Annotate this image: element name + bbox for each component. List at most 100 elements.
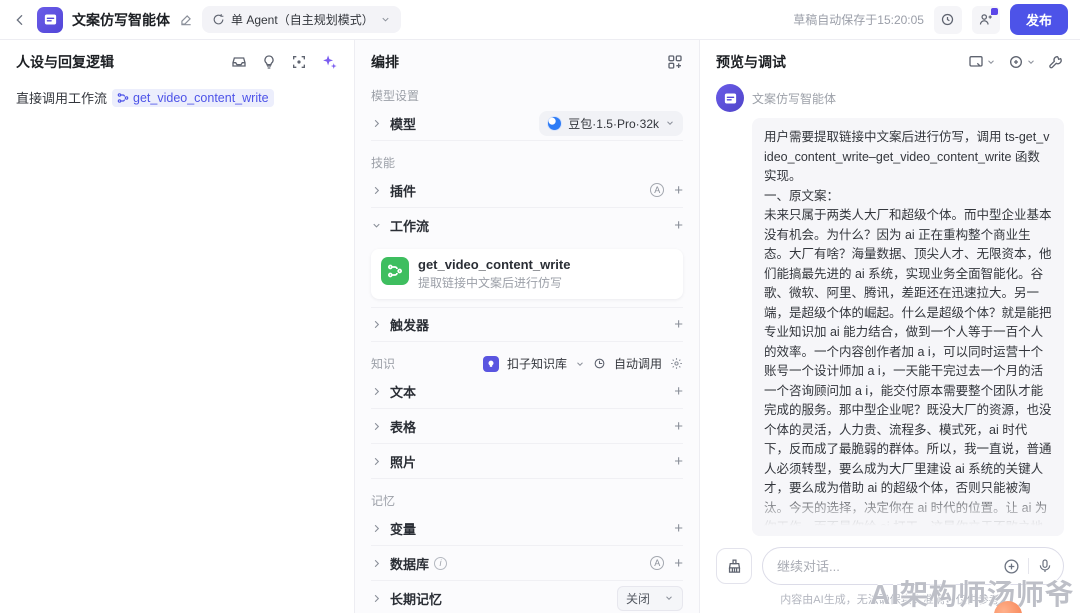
window-icon	[968, 54, 984, 70]
coze-knowledge-icon	[483, 356, 499, 372]
knowledge-section-label: 知识	[371, 355, 483, 372]
preview-panel: 预览与调试 文案仿写智能体	[700, 40, 1080, 613]
chevron-right-icon	[371, 523, 382, 534]
notification-badge	[991, 8, 998, 15]
workflow-card[interactable]: get_video_content_write 提取链接中文案后进行仿写	[371, 249, 683, 299]
chevron-right-icon	[371, 593, 382, 604]
chevron-right-icon	[371, 185, 382, 196]
gear-icon	[670, 357, 683, 370]
database-row-label: 数据库	[390, 554, 429, 573]
doubao-logo-icon	[547, 116, 562, 131]
variable-row-label: 变量	[390, 519, 674, 538]
add-photo-button[interactable]: +	[674, 454, 683, 469]
agent-message-bubble[interactable]: 用户需要提取链接中文案后进行仿写，调用 ts-get_video_content…	[752, 118, 1064, 536]
ai-disclaimer: 内容由AI生成，无法确保真实准确，仅供参考	[700, 589, 1080, 613]
model-row[interactable]: 模型 豆包·1.5·Pro·32k	[371, 106, 683, 141]
mic-icon[interactable]	[1037, 558, 1053, 574]
database-row[interactable]: 数据库 i A +	[371, 546, 683, 581]
add-trigger-button[interactable]: +	[674, 317, 683, 332]
collaborators-icon[interactable]	[972, 6, 1000, 34]
add-plugin-button[interactable]: +	[674, 183, 683, 198]
skills-section-label: 技能	[371, 154, 683, 171]
chat-area: 文案仿写智能体 用户需要提取链接中文案后进行仿写，调用 ts-get_video…	[700, 74, 1080, 539]
debug-selector[interactable]	[1008, 54, 1036, 70]
add-variable-button[interactable]: +	[674, 521, 683, 536]
persona-panel-title: 人设与回复逻辑	[16, 52, 114, 72]
knowledge-photo-label: 照片	[390, 452, 674, 471]
memory-section-label: 记忆	[371, 492, 683, 509]
add-text-button[interactable]: +	[674, 384, 683, 399]
agent-name: 文案仿写智能体	[752, 90, 836, 107]
trigger-row[interactable]: 触发器 +	[371, 307, 683, 342]
top-bar: 文案仿写智能体 单 Agent（自主规划模式） 草稿自动保存于15:20:05 …	[0, 0, 1080, 40]
add-database-button[interactable]: +	[674, 556, 683, 571]
add-table-button[interactable]: +	[674, 419, 683, 434]
agent-avatar	[716, 84, 744, 112]
agent-message-text: 用户需要提取链接中文案后进行仿写，调用 ts-get_video_content…	[764, 128, 1052, 536]
edit-title-icon[interactable]	[179, 13, 193, 27]
model-selector[interactable]: 豆包·1.5·Pro·32k	[539, 111, 683, 136]
chat-input-wrap	[762, 547, 1064, 585]
debug-tools-icon[interactable]	[1048, 54, 1064, 70]
add-workflow-button[interactable]: +	[674, 218, 683, 233]
auto-mode-icon[interactable]: A	[650, 556, 664, 570]
chevron-down-icon	[1026, 57, 1036, 67]
longterm-memory-value: 关闭	[626, 590, 650, 607]
persona-panel: 人设与回复逻辑 直接调用工作流 get_video_content_write	[0, 40, 355, 613]
workflow-card-name: get_video_content_write	[418, 257, 570, 272]
lightbulb-icon[interactable]	[261, 54, 277, 70]
back-icon[interactable]	[12, 12, 28, 28]
knowledge-photo-row[interactable]: 照片 +	[371, 444, 683, 479]
chevron-right-icon	[371, 386, 382, 397]
history-compare-icon[interactable]	[231, 54, 247, 70]
auto-call-icon	[593, 357, 606, 370]
publish-button[interactable]: 发布	[1010, 4, 1068, 35]
orchestrate-title: 编排	[371, 52, 399, 72]
preview-window-selector[interactable]	[968, 54, 996, 70]
chevron-down-icon	[664, 593, 674, 603]
agent-mode-label: 单 Agent（自主规划模式）	[231, 11, 374, 28]
longterm-memory-row[interactable]: 长期记忆 关闭	[371, 581, 683, 613]
auto-mode-icon[interactable]: A	[650, 183, 664, 197]
chevron-right-icon	[371, 319, 382, 330]
agent-logo-icon	[37, 7, 63, 33]
knowledge-table-row[interactable]: 表格 +	[371, 409, 683, 444]
single-agent-icon	[212, 13, 225, 26]
workflow-icon	[117, 92, 129, 104]
trigger-row-label: 触发器	[390, 315, 674, 334]
prompt-text: 直接调用工作流	[16, 88, 107, 107]
workflow-link[interactable]: get_video_content_write	[112, 89, 274, 107]
workflow-card-desc: 提取链接中文案后进行仿写	[418, 274, 570, 291]
input-divider	[1028, 558, 1029, 574]
clear-chat-button[interactable]	[716, 548, 752, 584]
expand-editor-icon[interactable]	[291, 54, 307, 70]
autosave-status: 草稿自动保存于15:20:05	[793, 11, 924, 28]
ai-optimize-icon[interactable]	[321, 54, 338, 71]
layout-icon[interactable]	[667, 54, 683, 70]
chevron-right-icon	[371, 118, 382, 129]
auto-call-label[interactable]: 自动调用	[614, 355, 662, 372]
model-row-label: 模型	[390, 114, 539, 133]
longterm-memory-select[interactable]: 关闭	[617, 586, 683, 611]
plugin-row-label: 插件	[390, 181, 650, 200]
workflow-row[interactable]: 工作流 +	[371, 208, 683, 243]
add-attachment-icon[interactable]	[1003, 558, 1020, 575]
chat-input[interactable]	[777, 559, 1003, 574]
chevron-down-icon	[575, 359, 585, 369]
longterm-memory-label: 长期记忆	[390, 589, 617, 608]
preview-title: 预览与调试	[716, 52, 786, 72]
agent-mode-selector[interactable]: 单 Agent（自主规划模式）	[202, 6, 401, 33]
page-title: 文案仿写智能体	[72, 10, 170, 30]
knowledge-text-row[interactable]: 文本 +	[371, 374, 683, 409]
plugin-row[interactable]: 插件 A +	[371, 173, 683, 208]
model-value: 豆包·1.5·Pro·32k	[568, 115, 659, 132]
info-icon: i	[434, 557, 447, 570]
knowledge-table-label: 表格	[390, 417, 674, 436]
variable-row[interactable]: 变量 +	[371, 511, 683, 546]
orchestrate-panel: 编排 模型设置 模型 豆包·1.5·Pro·32k 技能 插件 A + 工作流 +	[355, 40, 700, 613]
chevron-right-icon	[371, 456, 382, 467]
chevron-right-icon	[371, 558, 382, 569]
history-icon[interactable]	[934, 6, 962, 34]
model-section-label: 模型设置	[371, 87, 683, 104]
knowledge-lib-selector[interactable]: 扣子知识库	[507, 355, 567, 372]
